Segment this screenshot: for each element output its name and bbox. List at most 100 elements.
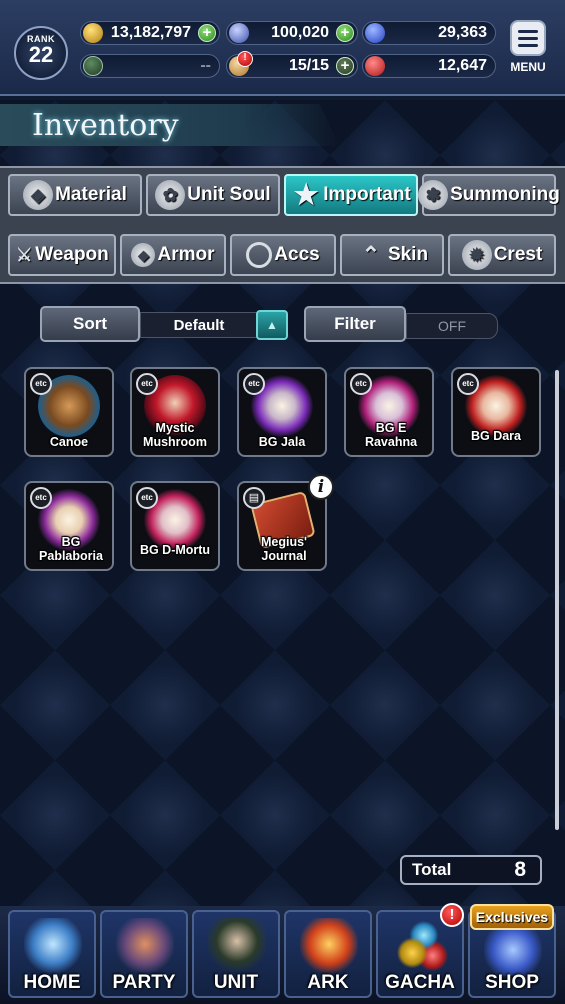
ring-icon	[246, 242, 273, 268]
menu-label: MENU	[510, 60, 546, 74]
summon-icon: ❃	[418, 180, 449, 210]
tab-crest-label: Crest	[493, 244, 543, 265]
sack-icon: ◈	[23, 180, 54, 210]
filter-value-field[interactable]: OFF	[406, 313, 498, 339]
tab-crest[interactable]: ✹ Crest	[448, 234, 556, 276]
tab-armor-label: Armor	[157, 244, 215, 265]
party-icon	[116, 918, 174, 976]
secondary-counter: --	[80, 54, 220, 78]
etc-badge-icon: etc	[457, 373, 479, 395]
stamina-value: 15/15	[288, 57, 329, 74]
tab-skin-label: Skin	[387, 244, 429, 265]
top-status-bar: RANK 22 13,182,797 + 100,020 + 29,363 --…	[0, 0, 565, 96]
item-name: BG Jala	[258, 435, 306, 449]
etc-badge-icon: etc	[136, 487, 158, 509]
red-orb-value: 12,647	[438, 57, 487, 74]
sort-button[interactable]: Sort	[40, 306, 140, 342]
compass-icon	[83, 56, 103, 76]
tab-weapon[interactable]: ⚔ Weapon	[8, 234, 116, 276]
item-name: BG E Ravahna	[364, 421, 418, 449]
nav-home[interactable]: HOME	[8, 910, 96, 998]
hamburger-icon	[510, 20, 546, 56]
stamina-alert-icon: !	[237, 51, 253, 67]
red-orb-counter: 12,647	[362, 54, 496, 78]
add-gems-button[interactable]: +	[336, 24, 354, 42]
etc-badge-icon: etc	[243, 373, 265, 395]
phoenix-icon	[300, 918, 358, 976]
gold-coin-icon	[83, 23, 103, 43]
nav-ark[interactable]: ARK	[284, 910, 372, 998]
gold-counter: 13,182,797 +	[80, 21, 220, 45]
tab-armor[interactable]: ◆ Armor	[120, 234, 226, 276]
scrollbar[interactable]	[555, 370, 559, 830]
page-title-banner: Inventory	[0, 104, 340, 146]
add-stamina-button[interactable]: +	[336, 57, 354, 75]
nav-ark-label: ARK	[307, 972, 349, 993]
sort-order-toggle[interactable]: ▲	[256, 310, 288, 340]
total-counter: Total 8	[400, 855, 542, 885]
nav-party[interactable]: PARTY	[100, 910, 188, 998]
total-value: 8	[514, 858, 526, 881]
nav-unit-label: UNIT	[213, 972, 259, 993]
sword-icon: ⚔	[16, 245, 33, 265]
star-icon: ★	[293, 179, 319, 210]
castle-icon	[24, 918, 82, 976]
red-orb-icon	[365, 56, 385, 76]
flame-icon: ✿	[155, 180, 186, 210]
tab-accs[interactable]: Accs	[230, 234, 336, 276]
filter-value: OFF	[438, 318, 466, 334]
nav-gacha-label: GACHA	[385, 972, 455, 993]
sort-value-field[interactable]: Default	[140, 312, 258, 338]
filter-button[interactable]: Filter	[304, 306, 406, 342]
nav-home-label: HOME	[23, 972, 81, 993]
crest-icon: ✹	[461, 240, 492, 270]
triangle-up-icon: ▲	[266, 318, 278, 332]
sort-label: Sort	[73, 314, 107, 333]
tab-important[interactable]: ★ Important	[284, 174, 418, 216]
gem-counter: 100,020 +	[226, 21, 358, 45]
blue-orb-value: 29,363	[438, 24, 487, 41]
item-card[interactable]: etc Mystic Mushroom	[130, 367, 220, 457]
etc-badge-icon: etc	[30, 373, 52, 395]
tab-material-label: Material	[55, 184, 127, 205]
nav-party-label: PARTY	[112, 972, 176, 993]
item-card[interactable]: etc BG D-Mortu	[130, 481, 220, 571]
gold-value: 13,182,797	[110, 24, 191, 41]
info-icon[interactable]: i	[308, 474, 334, 500]
item-card[interactable]: etc Canoe	[24, 367, 114, 457]
item-card[interactable]: etc BG E Ravahna	[344, 367, 434, 457]
tab-summoning[interactable]: ❃ Summoning	[418, 174, 560, 216]
page-title: Inventory	[32, 108, 179, 143]
category-panel: ◈ Material ✿ Unit Soul ★ Important ❃ Sum…	[0, 166, 565, 284]
total-label: Total	[412, 860, 452, 879]
tab-weapon-label: Weapon	[35, 244, 109, 265]
tab-unit-soul-label: Unit Soul	[187, 184, 271, 205]
tab-material[interactable]: ◈ Material	[8, 174, 142, 216]
item-name: Megius' Journal	[260, 535, 308, 563]
tab-unit-soul[interactable]: ✿ Unit Soul	[146, 174, 280, 216]
gacha-alert-icon: !	[440, 903, 464, 927]
item-card[interactable]: etc BG Pablaboria	[24, 481, 114, 571]
rank-badge[interactable]: RANK 22	[14, 26, 68, 80]
item-name: BG Dara	[470, 429, 522, 443]
book-icon: ▤	[243, 487, 265, 509]
armor-icon: ◆	[131, 243, 156, 267]
crystal-icon	[229, 23, 249, 43]
item-card[interactable]: etc BG Dara	[451, 367, 541, 457]
nav-shop-label: SHOP	[485, 972, 539, 993]
item-card[interactable]: etc BG Jala	[237, 367, 327, 457]
blue-orb-counter: 29,363	[362, 21, 496, 45]
exclusives-badge[interactable]: Exclusives	[470, 904, 554, 930]
item-name: Mystic Mushroom	[143, 421, 207, 449]
tab-skin[interactable]: ⌃ Skin	[340, 234, 444, 276]
menu-button[interactable]: MENU	[505, 20, 551, 78]
tab-important-label: Important	[323, 184, 411, 205]
stamina-counter: ! 15/15 +	[226, 51, 358, 78]
hanger-icon: ⌃	[361, 242, 381, 267]
etc-badge-icon: etc	[136, 373, 158, 395]
add-gold-button[interactable]: +	[198, 24, 216, 42]
item-name: Canoe	[49, 435, 89, 449]
nav-unit[interactable]: UNIT	[192, 910, 280, 998]
sort-value: Default	[173, 316, 225, 334]
item-name: BG Pablaboria	[39, 535, 103, 563]
